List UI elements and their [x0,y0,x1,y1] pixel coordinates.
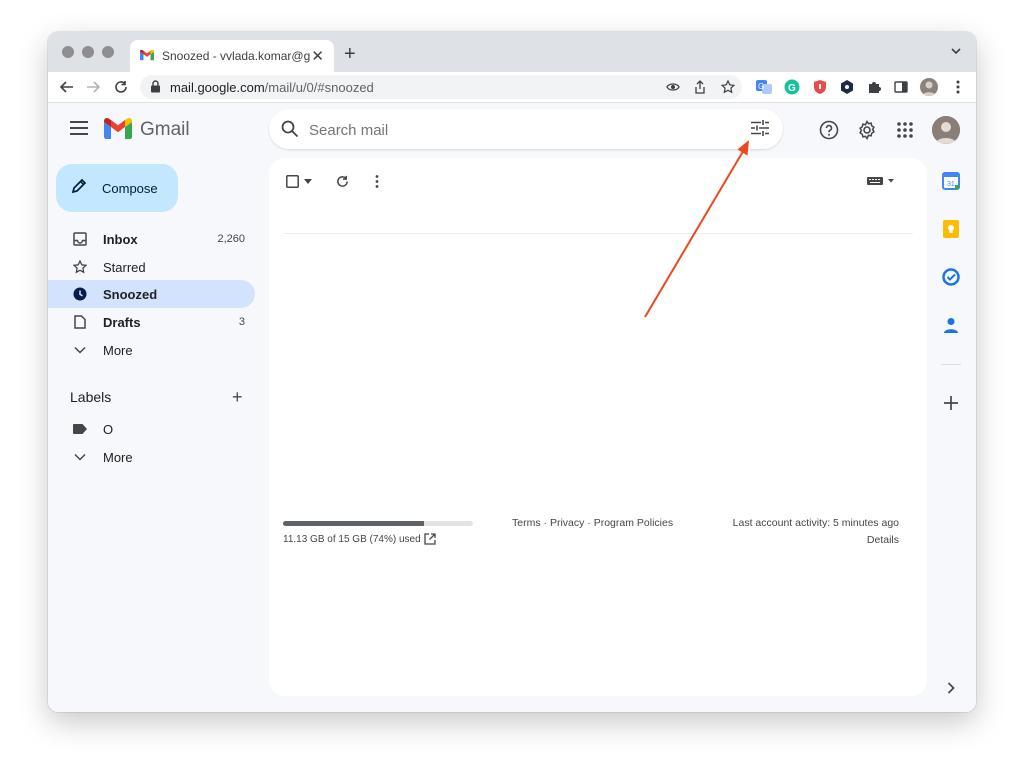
profile-avatar[interactable] [920,78,938,96]
sidebar-item-snoozed[interactable]: Snoozed [48,280,255,308]
message-list-panel: 11.13 GB of 15 GB (74%) used Terms · Pri… [269,158,927,696]
storage-usage-text: 11.13 GB of 15 GB (74%) used [283,534,421,545]
help-icon[interactable] [818,119,840,141]
add-addon-plus-icon[interactable] [941,393,961,413]
browser-tab[interactable]: Snoozed - vvlada.komar@gma ✕ [130,40,334,72]
browser-menu-icon[interactable] [950,79,966,95]
settings-gear-icon[interactable] [856,119,878,141]
eye-icon[interactable] [665,79,681,95]
chevron-down-icon [72,342,88,358]
browser-toolbar: mail.google.com/mail/u/0/#snoozed G G [48,72,976,103]
sidebar-item-label: More [103,449,133,465]
calendar-app-icon[interactable]: 31 [941,171,961,191]
sidebar-labels-more[interactable]: More [48,443,255,471]
search-options-tune-icon[interactable] [751,120,769,141]
bookmark-star-icon[interactable] [720,79,736,95]
sidebar-item-label: Drafts [103,314,141,330]
side-panel-divider [941,364,961,365]
footer-separator: · [540,517,550,529]
last-account-activity: Last account activity: 5 minutes ago [732,517,899,529]
svg-text:G: G [788,83,796,94]
url-text[interactable]: mail.google.com/mail/u/0/#snoozed [170,80,374,95]
share-icon[interactable] [692,79,708,95]
clock-icon [72,286,88,302]
puzzle-extensions-icon[interactable] [866,79,882,95]
storage-usage-fill [283,521,424,526]
grammarly-extension-icon[interactable]: G [784,79,800,95]
reload-icon[interactable] [112,78,130,96]
footer-links: Terms · Privacy · Program Policies [512,517,673,529]
select-checkbox[interactable] [285,172,299,190]
back-icon[interactable] [58,78,76,96]
main-menu-icon[interactable] [70,121,88,140]
sidebar-item-label: Inbox [103,231,138,247]
storage-usage-bar [283,521,473,526]
tab-close-icon[interactable]: ✕ [311,47,324,65]
list-divider [283,233,913,234]
minimize-window-button[interactable] [82,46,94,58]
url-path: /mail/u/0/#snoozed [264,80,374,95]
create-label-plus-icon[interactable]: + [232,387,243,408]
gmail-favicon-icon [140,49,154,63]
account-avatar[interactable] [932,116,960,144]
select-dropdown-icon[interactable] [304,172,312,190]
footer-separator: · [584,517,594,529]
expand-side-panel-chevron-icon[interactable] [941,678,961,698]
gmail-logo-icon[interactable] [104,117,132,144]
zoom-window-button[interactable] [102,46,114,58]
label-icon [72,421,88,437]
search-bar[interactable] [269,109,783,149]
shield-extension-icon[interactable] [812,79,828,95]
keyboard-input-tools-icon[interactable] [866,172,896,190]
labels-heading: Labels [70,389,112,405]
tab-title: Snoozed - vvlada.komar@gma [162,49,310,63]
privacy-link[interactable]: Privacy [550,517,584,529]
draft-icon [72,314,88,330]
sidebar-item-label: Snoozed [103,286,158,302]
tab-strip: Snoozed - vvlada.komar@gma ✕ + [48,32,976,72]
compose-button[interactable]: Compose [56,164,178,212]
keep-app-icon[interactable] [941,219,961,239]
search-icon[interactable] [281,120,299,143]
drafts-count: 3 [238,316,245,328]
program-policies-link[interactable]: Program Policies [594,517,673,529]
svg-text:31: 31 [947,181,955,188]
sidebar-label-o[interactable]: O [48,415,255,443]
activity-details-link[interactable]: Details [867,534,899,546]
translate-extension-icon[interactable]: G [756,79,772,95]
lock-icon[interactable] [150,80,161,98]
sidebar-item-more[interactable]: More [48,336,255,364]
sidebar-item-label: More [103,342,133,358]
close-window-button[interactable] [62,46,74,58]
svg-text:G: G [758,82,764,91]
more-options-icon[interactable] [374,172,380,190]
tasks-app-icon[interactable] [941,267,961,287]
forward-icon[interactable] [84,78,102,96]
new-tab-button[interactable]: + [344,43,356,66]
sidebar-item-starred[interactable]: Starred [48,253,255,281]
refresh-icon[interactable] [335,172,349,190]
sidebar-item-label: Starred [103,259,146,275]
star-icon [72,259,88,275]
compose-label: Compose [102,180,158,196]
gmail-wordmark[interactable]: Gmail [140,119,190,141]
browser-window: Snoozed - vvlada.komar@gma ✕ + mail.goog… [48,32,976,712]
contacts-app-icon[interactable] [941,315,961,335]
sidebar-item-drafts[interactable]: Drafts 3 [48,308,255,336]
sidebar-item-inbox[interactable]: Inbox 2,260 [48,225,255,253]
tab-search-chevron-icon[interactable] [950,44,962,62]
inbox-count: 2,260 [217,233,245,245]
apps-grid-icon[interactable] [894,119,916,141]
hexagon-extension-icon[interactable] [839,79,855,95]
url-host: mail.google.com [170,80,265,95]
terms-link[interactable]: Terms [512,517,541,529]
sidebar-item-label: O [103,421,114,437]
search-input[interactable] [307,119,731,141]
side-panel-icon[interactable] [893,79,909,95]
chevron-down-icon [72,449,88,465]
inbox-icon [72,231,88,247]
open-storage-external-icon[interactable] [424,532,436,550]
pencil-icon [71,178,87,199]
address-bar[interactable]: mail.google.com/mail/u/0/#snoozed [140,75,742,99]
